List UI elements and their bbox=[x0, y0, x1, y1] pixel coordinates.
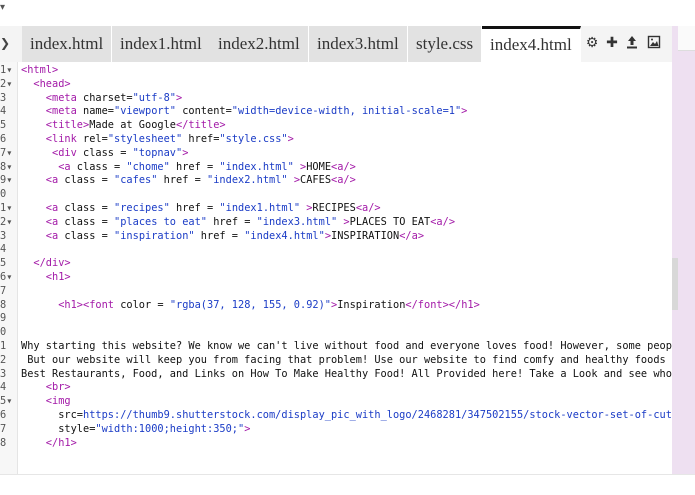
code-text: <img bbox=[21, 395, 71, 408]
line-number: 9 bbox=[0, 312, 7, 325]
code-text: src=https://thumb9.shutterstock.com/disp… bbox=[21, 409, 672, 421]
code-text: <meta charset="utf-8"> bbox=[21, 91, 183, 104]
code-text: <a class = "places to eat" href = "index… bbox=[21, 215, 456, 228]
line-number: 2▾ bbox=[0, 215, 13, 228]
code-line[interactable]: 0 bbox=[0, 325, 672, 339]
code-line[interactable]: 8 </h1> bbox=[0, 436, 672, 450]
line-number: 8▾ bbox=[0, 160, 13, 173]
code-line[interactable]: 4 <br> bbox=[0, 380, 672, 394]
code-text: <a class = "recipes" href = "index1.html… bbox=[21, 202, 381, 214]
code-line[interactable]: 4 <meta name="viewport" content="width=d… bbox=[0, 104, 672, 118]
code-text: <a class = "cafes" href = "index2.html" … bbox=[21, 174, 356, 187]
line-number: 7▾ bbox=[0, 146, 13, 159]
code-text: Why starting this website? We know we ca… bbox=[21, 340, 672, 352]
code-text: Best Restaurants, Food, and Links on How… bbox=[21, 367, 672, 380]
code-text: <h1><font color = "rgba(37, 128, 155, 0.… bbox=[21, 298, 480, 311]
code-text: <div class = "topnav"> bbox=[21, 146, 189, 159]
line-number: 9▾ bbox=[0, 174, 13, 187]
tab-index2-html[interactable]: index2.html bbox=[210, 26, 309, 62]
code-text: <title>Made at Google</title> bbox=[21, 119, 226, 132]
line-number: 4 bbox=[0, 105, 7, 118]
code-text: <a class = "inspiration" href = "index4.… bbox=[21, 229, 425, 242]
plus-icon[interactable]: ✚ bbox=[604, 35, 620, 51]
code-line[interactable]: 3 <a class = "inspiration" href = "index… bbox=[0, 229, 672, 243]
code-line[interactable]: 8▾ <a class = "chome" href = "index.html… bbox=[0, 160, 672, 174]
line-number: 6 bbox=[0, 133, 7, 145]
code-text: <html> bbox=[21, 64, 59, 76]
gear-icon[interactable]: ⚙ bbox=[584, 35, 600, 51]
code-text: <link rel="stylesheet" href="style.css"> bbox=[21, 133, 294, 145]
code-line[interactable]: 2▾ <head> bbox=[0, 77, 672, 91]
line-number: 4 bbox=[0, 243, 7, 256]
line-number: 2 bbox=[0, 353, 7, 366]
code-line[interactable]: 3 Best Restaurants, Food, and Links on Ho… bbox=[0, 367, 672, 381]
scrollbar-thumb[interactable] bbox=[672, 258, 678, 310]
tab-index4-html[interactable]: index4.html bbox=[482, 26, 581, 62]
code-line[interactable]: 0 bbox=[0, 187, 672, 201]
line-number: 5 bbox=[0, 119, 7, 132]
tab-index3-html[interactable]: index3.html bbox=[309, 26, 408, 62]
code-line[interactable]: 9 bbox=[0, 311, 672, 325]
code-text: But our website will keep you from facin… bbox=[21, 353, 666, 366]
code-line[interactable]: 6 src=https://thumb9.shutterstock.com/di… bbox=[0, 408, 672, 422]
line-number: 3 bbox=[0, 367, 7, 380]
code-text: <a class = "chome" href = "index.html" >… bbox=[21, 160, 356, 173]
line-number: 1▾ bbox=[0, 202, 13, 214]
code-line[interactable]: 9▾ <a class = "cafes" href = "index2.htm… bbox=[0, 173, 672, 187]
tab-style-css[interactable]: style.css bbox=[408, 26, 483, 62]
code-text: </h1> bbox=[21, 436, 77, 449]
line-number: 3 bbox=[0, 229, 7, 242]
line-number: 5 bbox=[0, 257, 7, 270]
code-text: <h1> bbox=[21, 271, 71, 283]
code-text: style="width:1000;height:350;"> bbox=[21, 422, 251, 435]
code-line[interactable]: 1▾ <a class = "recipes" href = "index1.h… bbox=[0, 201, 672, 215]
upload-icon[interactable] bbox=[624, 35, 640, 51]
side-panel-header bbox=[678, 26, 695, 51]
code-line[interactable]: 1▾ <html> bbox=[0, 63, 672, 77]
chevron-right-icon[interactable]: ❯ bbox=[0, 36, 10, 50]
editor-status-bar bbox=[0, 474, 695, 495]
code-text: </div> bbox=[21, 257, 71, 270]
line-number: 1 bbox=[0, 340, 7, 352]
code-text: <meta name="viewport" content="width=dev… bbox=[21, 105, 468, 118]
code-line[interactable]: 7 style="width:1000;height:350;"> bbox=[0, 422, 672, 436]
line-number: 5▾ bbox=[0, 395, 13, 408]
window-top-strip: ▾ bbox=[0, 0, 695, 26]
code-line[interactable]: 7 bbox=[0, 284, 672, 298]
line-number: 3 bbox=[0, 91, 7, 104]
line-number: 1▾ bbox=[0, 64, 13, 76]
tab-index-html[interactable]: index.html bbox=[22, 26, 113, 62]
line-number: 6 bbox=[0, 409, 7, 421]
line-number: 7 bbox=[0, 422, 7, 435]
collapse-caret-icon[interactable]: ▾ bbox=[0, 2, 5, 13]
line-number: 2▾ bbox=[0, 77, 13, 90]
file-tab-bar: ❯ index.html index1.html index2.html ind… bbox=[0, 26, 672, 63]
code-line[interactable]: 2▾ <a class = "places to eat" href = "in… bbox=[0, 215, 672, 229]
line-number: 4 bbox=[0, 381, 7, 394]
line-number: 8 bbox=[0, 298, 7, 311]
code-line[interactable]: 4 bbox=[0, 242, 672, 256]
line-number: 0 bbox=[0, 326, 7, 339]
line-number: 8 bbox=[0, 436, 7, 449]
code-line[interactable]: 6▾ <h1> bbox=[0, 270, 672, 284]
line-number: 0 bbox=[0, 188, 7, 201]
code-line[interactable]: 7▾ <div class = "topnav"> bbox=[0, 146, 672, 160]
code-line[interactable]: 5 </div> bbox=[0, 256, 672, 270]
code-line[interactable]: 8 <h1><font color = "rgba(37, 128, 155, … bbox=[0, 298, 672, 312]
right-side-panel bbox=[672, 26, 695, 474]
code-line[interactable]: 6 <link rel="stylesheet" href="style.css… bbox=[0, 132, 672, 146]
code-line[interactable]: 3 <meta charset="utf-8"> bbox=[0, 91, 672, 105]
line-number: 7 bbox=[0, 284, 7, 297]
code-line[interactable]: 5 <title>Made at Google</title> bbox=[0, 118, 672, 132]
code-editor[interactable]: 1▾ <html> 2▾ <head> 3 <meta charset="utf-8"… bbox=[0, 62, 672, 474]
code-text: <br> bbox=[21, 381, 71, 394]
code-line[interactable]: 1 Why starting this website? We know we c… bbox=[0, 339, 672, 353]
tab-index1-html[interactable]: index1.html bbox=[112, 26, 211, 62]
code-line[interactable]: 2 But our website will keep you from fac… bbox=[0, 353, 672, 367]
code-text: <head> bbox=[21, 77, 71, 90]
line-number: 6▾ bbox=[0, 271, 13, 283]
code-line[interactable]: 5▾ <img bbox=[0, 394, 672, 408]
image-icon[interactable] bbox=[646, 35, 662, 51]
